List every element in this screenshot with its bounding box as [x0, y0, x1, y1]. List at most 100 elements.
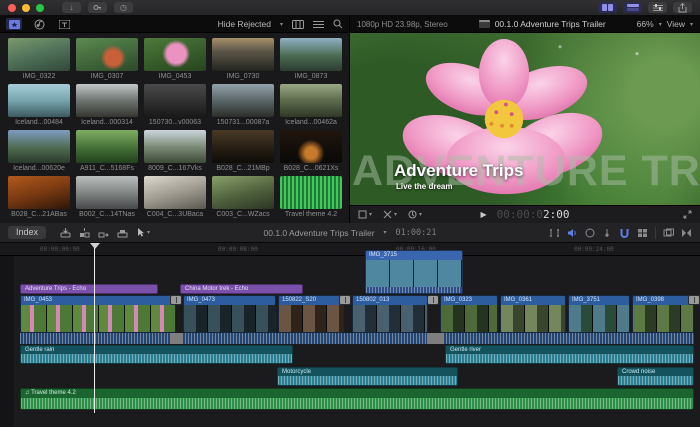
video-clip[interactable]: IMG_0361	[500, 295, 566, 333]
video-clip[interactable]: 150802_013	[352, 295, 428, 333]
playhead[interactable]	[94, 243, 95, 413]
media-thumbnail[interactable]	[144, 38, 206, 71]
chevron-down-icon: ▾	[369, 211, 372, 218]
media-thumbnail[interactable]	[8, 84, 70, 117]
libraries-sidebar-button[interactable]	[6, 18, 22, 30]
transition-icon[interactable]	[170, 295, 182, 305]
transition-icon[interactable]	[427, 295, 439, 305]
effects-popup-button[interactable]: ▾	[383, 210, 397, 219]
inspector-toggle-button[interactable]	[648, 2, 667, 13]
media-thumbnail[interactable]	[212, 38, 274, 71]
video-clip[interactable]: 150822_S20	[278, 295, 344, 333]
minimize-window-button[interactable]	[22, 4, 30, 12]
photos-audio-sidebar-button[interactable]	[31, 18, 47, 30]
background-tasks-button[interactable]: ◷	[114, 2, 133, 13]
music-clip[interactable]: ♫ Travel theme 4.2	[20, 388, 694, 410]
media-item: 150730...v00063	[144, 84, 206, 130]
media-thumbnail[interactable]	[76, 84, 138, 117]
video-clip[interactable]: IMG_0398	[632, 295, 694, 333]
timeline-pane: 00:00:00:00 00:00:08:00 00:00:16:00 00:0…	[0, 243, 700, 427]
skimming-button[interactable]	[602, 228, 612, 238]
timeline-toggle-button[interactable]	[623, 2, 642, 13]
trim-tool-button[interactable]	[549, 228, 560, 238]
ruler-timecode: 00:00:08:00	[218, 246, 258, 253]
clip-filmstrip	[279, 305, 343, 333]
append-edit-button[interactable]	[98, 227, 109, 238]
connected-clip[interactable]: IMG_3715	[365, 250, 463, 294]
transform-popup-button[interactable]: ▾	[358, 210, 372, 219]
import-media-button[interactable]: ↓	[62, 2, 81, 13]
media-thumbnail[interactable]	[212, 84, 274, 117]
audio-clip[interactable]: Gentle rain	[20, 345, 293, 364]
toolbar-divider	[655, 227, 656, 239]
audio-clip[interactable]: Crowd noise	[617, 367, 694, 386]
titles-generators-sidebar-button[interactable]	[56, 18, 72, 30]
share-button[interactable]	[673, 2, 692, 13]
clip-appearance-button[interactable]	[637, 228, 648, 238]
media-thumbnail[interactable]	[280, 176, 342, 209]
retime-popup-button[interactable]: ▾	[408, 210, 422, 219]
audio-clip[interactable]: Motorcycle	[277, 367, 458, 386]
timeline-project-dropdown[interactable]: 00.1.0 Adventure Trips Trailer	[264, 228, 375, 238]
keyword-editor-button[interactable]	[88, 2, 107, 13]
index-button[interactable]: Index	[8, 226, 46, 240]
chevron-down-icon: ▾	[147, 229, 150, 236]
insert-edit-button[interactable]	[79, 227, 90, 238]
media-label: 8009_C...167Vks	[144, 163, 206, 175]
titles-generators-icon	[59, 20, 70, 29]
browser-toggle-button[interactable]	[598, 2, 617, 13]
list-view-button[interactable]	[313, 20, 324, 29]
media-thumbnail[interactable]	[76, 176, 138, 209]
title-clip[interactable]: China Motor trek - Echo	[180, 284, 303, 294]
media-thumbnail[interactable]	[8, 176, 70, 209]
filter-dropdown[interactable]: Hide Rejected	[218, 19, 271, 29]
viewer-video[interactable]: ADVENTURE TRIPS Adventure Trips Live the…	[350, 33, 700, 205]
transitions-browser-button[interactable]	[681, 228, 692, 238]
media-label: C004_C...3UBaca	[144, 209, 206, 221]
playhead-handle[interactable]	[90, 243, 100, 249]
media-thumbnail[interactable]	[144, 130, 206, 163]
media-thumbnail[interactable]	[280, 130, 342, 163]
media-label: B028_C...21ABas	[8, 209, 70, 221]
media-item: B002_C...14TNas	[76, 176, 138, 222]
close-window-button[interactable]	[8, 4, 16, 12]
overwrite-edit-button[interactable]	[117, 227, 128, 238]
media-label: Iceland...00484	[8, 117, 70, 129]
media-thumbnail[interactable]	[280, 38, 342, 71]
zoom-level-dropdown[interactable]: 66%	[637, 19, 654, 29]
tools-dropdown[interactable]: ▾	[136, 227, 150, 238]
filmstrip-view-button[interactable]	[292, 20, 304, 29]
video-clip[interactable]: IMG_0323	[440, 295, 498, 333]
search-button[interactable]	[333, 19, 343, 29]
video-clip[interactable]: IMG_3751	[568, 295, 630, 333]
fullscreen-button[interactable]	[683, 210, 692, 219]
video-clip[interactable]: IMG_0453	[20, 295, 176, 333]
chevron-down-icon: ▾	[394, 211, 397, 218]
snapping-button[interactable]	[619, 228, 630, 238]
video-clip[interactable]: IMG_0473	[183, 295, 276, 333]
transition-icon[interactable]	[339, 295, 351, 305]
media-thumbnail[interactable]	[212, 130, 274, 163]
media-thumbnail[interactable]	[8, 38, 70, 71]
solo-button[interactable]	[585, 228, 595, 238]
transition-icon[interactable]	[688, 295, 700, 305]
primary-audio-waveform	[20, 333, 694, 344]
title-clip[interactable]: Adventure Trips - Echo	[20, 284, 158, 294]
play-button[interactable]: ▶	[480, 210, 486, 219]
media-thumbnail[interactable]	[8, 130, 70, 163]
media-thumbnail[interactable]	[212, 176, 274, 209]
media-label: 150731...00087a	[212, 117, 274, 129]
view-dropdown[interactable]: View	[667, 19, 685, 29]
media-item: IMG_0873	[280, 38, 342, 84]
media-thumbnail[interactable]	[76, 38, 138, 71]
audio-skimming-button[interactable]	[567, 228, 578, 238]
media-thumbnail[interactable]	[76, 130, 138, 163]
audio-clip[interactable]: Gentle river	[445, 345, 694, 364]
connect-edit-button[interactable]	[60, 227, 71, 238]
effects-browser-button[interactable]	[663, 228, 674, 238]
media-thumbnail[interactable]	[144, 84, 206, 117]
media-thumbnail[interactable]	[280, 84, 342, 117]
media-thumbnail[interactable]	[144, 176, 206, 209]
zoom-window-button[interactable]	[36, 4, 44, 12]
timeline-ruler[interactable]: 00:00:00:00 00:00:08:00 00:00:16:00 00:0…	[0, 243, 700, 256]
